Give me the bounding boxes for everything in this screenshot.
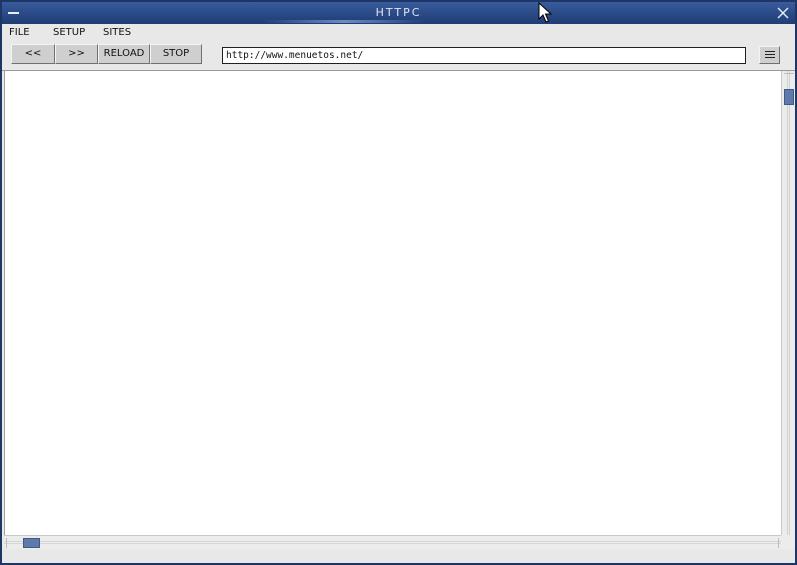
- horizontal-scrollbar[interactable]: [4, 535, 781, 549]
- scroll-up-arrow[interactable]: [784, 73, 794, 85]
- scroll-right-arrow[interactable]: [767, 538, 779, 548]
- horizontal-scroll-thumb[interactable]: [23, 538, 40, 548]
- window-title: HTTPC: [375, 6, 422, 19]
- url-input[interactable]: [222, 47, 746, 64]
- menu-sites[interactable]: SITES: [103, 27, 131, 38]
- menu-bar: FILE SETUP SITES: [2, 24, 795, 42]
- hamburger-menu-icon: [765, 51, 775, 52]
- title-bar[interactable]: HTTPC: [2, 2, 795, 25]
- horizontal-scroll-track: [4, 541, 781, 544]
- scroll-left-arrow[interactable]: [6, 538, 18, 548]
- title-bar-highlight: [264, 20, 424, 23]
- menu-file[interactable]: FILE: [9, 27, 30, 38]
- options-menu-button[interactable]: [759, 46, 780, 64]
- scrollbar-corner: [781, 535, 795, 549]
- vertical-scroll-thumb[interactable]: [784, 89, 794, 105]
- close-icon[interactable]: [775, 5, 791, 21]
- browser-window: HTTPC FILE SETUP SITES << >> RELOAD STOP: [0, 0, 797, 565]
- back-button[interactable]: <<: [11, 44, 55, 64]
- menu-setup[interactable]: SETUP: [53, 27, 85, 38]
- vertical-scroll-track: [787, 71, 790, 535]
- navigation-toolbar: << >> RELOAD STOP: [2, 42, 795, 71]
- stop-button[interactable]: STOP: [150, 44, 202, 64]
- vertical-scrollbar[interactable]: [781, 71, 795, 535]
- status-bar: [2, 549, 795, 563]
- reload-button[interactable]: RELOAD: [98, 44, 150, 64]
- page-content-area[interactable]: [4, 71, 782, 535]
- forward-button[interactable]: >>: [55, 44, 98, 64]
